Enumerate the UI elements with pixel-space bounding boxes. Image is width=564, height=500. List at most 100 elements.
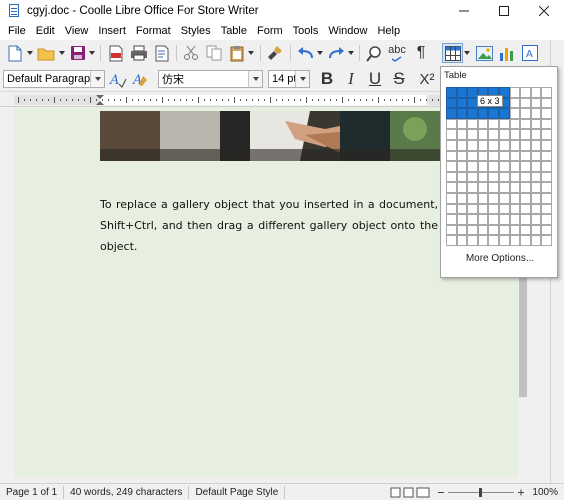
table-grid-cell[interactable]	[477, 182, 489, 193]
export-pdf-button[interactable]	[106, 43, 126, 63]
table-grid-cell[interactable]	[509, 193, 521, 204]
table-grid-cell[interactable]	[530, 193, 542, 204]
table-grid-cell[interactable]	[488, 214, 499, 225]
bold-button[interactable]: B	[317, 69, 337, 89]
undo-button[interactable]	[295, 43, 315, 63]
table-grid-cell[interactable]	[488, 161, 499, 172]
minimize-button[interactable]	[444, 0, 484, 22]
table-grid-cell[interactable]	[509, 171, 521, 183]
menu-view[interactable]: View	[60, 25, 94, 37]
table-grid-cell[interactable]	[541, 224, 552, 236]
table-grid-cell[interactable]	[477, 235, 489, 246]
table-grid-cell[interactable]	[530, 129, 542, 140]
underline-button[interactable]: U	[365, 69, 385, 89]
table-grid-cell[interactable]	[530, 235, 542, 246]
table-grid-cell[interactable]	[541, 108, 552, 119]
menu-tools[interactable]: Tools	[288, 25, 324, 37]
table-grid-cell[interactable]	[541, 235, 552, 246]
new-document-button[interactable]	[5, 43, 25, 63]
table-grid-cell[interactable]	[446, 129, 457, 140]
table-grid-cell[interactable]	[456, 182, 468, 193]
document-paragraph[interactable]: To replace a gallery object that you ins…	[100, 194, 438, 257]
table-grid-cell[interactable]	[509, 224, 521, 236]
table-grid-cell[interactable]	[530, 214, 542, 225]
open-dropdown-arrow[interactable]	[59, 50, 66, 56]
table-grid-cell[interactable]	[456, 193, 468, 204]
table-grid-cell[interactable]	[477, 140, 489, 151]
menu-styles[interactable]: Styles	[176, 25, 216, 37]
table-grid-cell[interactable]	[530, 203, 542, 215]
table-grid-cell[interactable]	[446, 97, 457, 109]
table-grid-cell[interactable]	[541, 150, 552, 162]
table-grid-cell[interactable]	[446, 161, 457, 172]
table-grid-cell[interactable]	[541, 140, 552, 151]
table-grid-cell[interactable]	[477, 203, 489, 215]
update-style-button[interactable]: A	[108, 69, 128, 89]
table-grid-cell[interactable]	[467, 182, 478, 193]
table-grid-cell[interactable]	[477, 118, 489, 130]
table-grid-cell[interactable]	[541, 214, 552, 225]
table-grid-cell[interactable]	[477, 150, 489, 162]
formatting-marks-button[interactable]: ¶	[411, 43, 431, 63]
table-grid-cell[interactable]	[456, 108, 468, 119]
insert-table-button[interactable]	[442, 43, 463, 63]
table-grid-cell[interactable]	[456, 129, 468, 140]
table-grid-cell[interactable]	[509, 118, 521, 130]
save-dropdown-arrow[interactable]	[89, 50, 96, 56]
table-grid-cell[interactable]	[477, 161, 489, 172]
table-grid-cell[interactable]	[499, 171, 510, 183]
table-grid-cell[interactable]	[499, 161, 510, 172]
table-grid-cell[interactable]	[446, 171, 457, 183]
menu-format[interactable]: Format	[131, 25, 176, 37]
table-grid-cell[interactable]	[499, 108, 510, 119]
table-grid-cell[interactable]	[520, 161, 531, 172]
menu-table[interactable]: Table	[216, 25, 252, 37]
table-grid-cell[interactable]	[456, 235, 468, 246]
table-grid-cell[interactable]	[446, 182, 457, 193]
table-grid-cell[interactable]	[530, 161, 542, 172]
insert-table-dropdown-arrow[interactable]	[464, 50, 471, 56]
spelling-button[interactable]: abc	[387, 43, 407, 63]
table-grid-cell[interactable]	[467, 214, 478, 225]
close-button[interactable]	[524, 0, 564, 22]
table-grid-cell[interactable]	[456, 171, 468, 183]
table-grid-cell[interactable]	[467, 140, 478, 151]
menu-edit[interactable]: Edit	[31, 25, 60, 37]
table-size-grid[interactable]	[446, 87, 552, 247]
cut-button[interactable]	[181, 43, 201, 63]
table-grid-cell[interactable]	[509, 129, 521, 140]
table-grid-cell[interactable]	[530, 118, 542, 130]
table-grid-cell[interactable]	[456, 224, 468, 236]
table-grid-cell[interactable]	[499, 129, 510, 140]
table-grid-cell[interactable]	[499, 235, 510, 246]
table-grid-cell[interactable]	[520, 97, 531, 109]
menu-help[interactable]: Help	[372, 25, 405, 37]
table-grid-cell[interactable]	[520, 224, 531, 236]
status-page-style[interactable]: Default Page Style	[189, 485, 286, 499]
table-grid-cell[interactable]	[456, 150, 468, 162]
table-grid-cell[interactable]	[477, 129, 489, 140]
table-grid-cell[interactable]	[456, 203, 468, 215]
table-grid-cell[interactable]	[509, 161, 521, 172]
table-grid-cell[interactable]	[456, 87, 468, 98]
font-name-combo[interactable]: 仿宋	[158, 70, 263, 88]
font-size-combo[interactable]: 14 pt	[268, 70, 310, 88]
table-grid-cell[interactable]	[467, 203, 478, 215]
table-grid-cell[interactable]	[499, 182, 510, 193]
table-grid-cell[interactable]	[530, 182, 542, 193]
table-grid-cell[interactable]	[509, 235, 521, 246]
table-grid-cell[interactable]	[467, 224, 478, 236]
paste-dropdown-arrow[interactable]	[248, 50, 255, 56]
paragraph-style-combo[interactable]: Default Paragraph Style	[3, 70, 105, 88]
table-grid-cell[interactable]	[467, 161, 478, 172]
table-grid-cell[interactable]	[541, 171, 552, 183]
zoom-slider[interactable]	[436, 487, 526, 498]
inserted-photo[interactable]	[100, 111, 441, 161]
table-grid-cell[interactable]	[509, 108, 521, 119]
maximize-button[interactable]	[484, 0, 524, 22]
status-word-count[interactable]: 40 words, 249 characters	[64, 485, 190, 499]
chevron-down-icon[interactable]	[295, 71, 309, 87]
insert-chart-button[interactable]	[497, 43, 517, 63]
open-button[interactable]	[36, 43, 56, 63]
table-grid-cell[interactable]	[477, 171, 489, 183]
